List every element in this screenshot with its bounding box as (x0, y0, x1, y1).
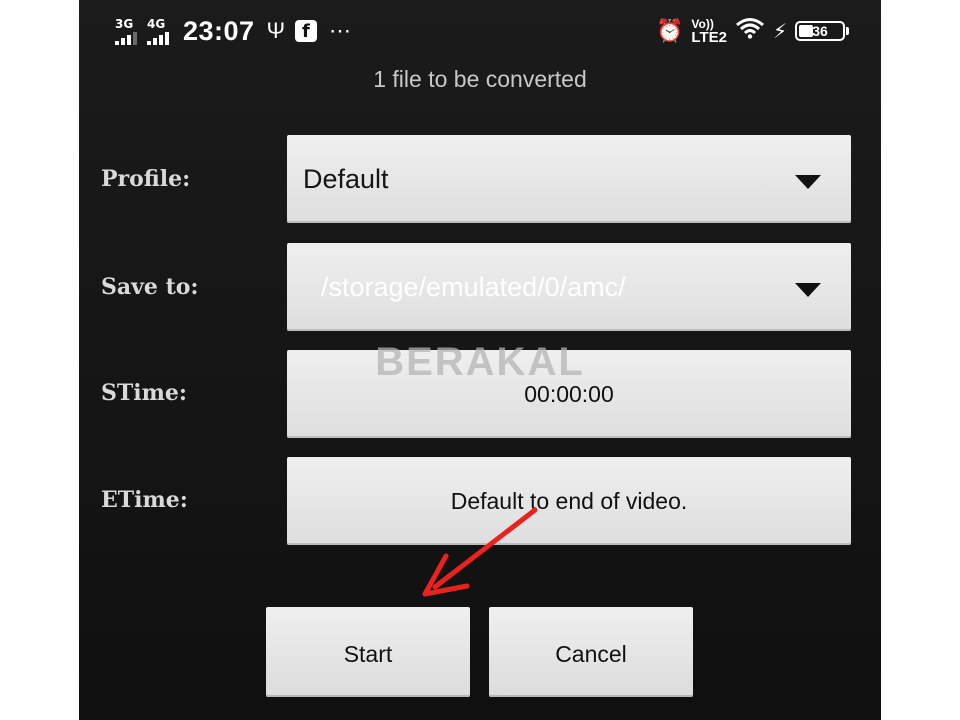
app-screen: 3G 4G 23:07 Ψ f ⋯ ⏰ Vo)) LTE2 ⚡ 36 1 fil… (79, 0, 881, 720)
annotation-arrow-icon (422, 507, 538, 597)
